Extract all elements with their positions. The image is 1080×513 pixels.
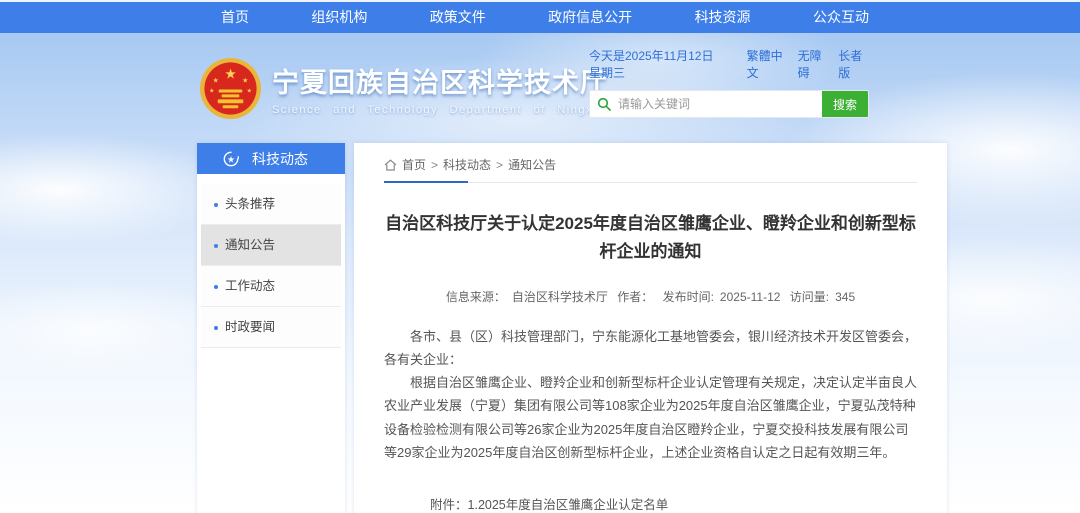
- breadcrumb-home[interactable]: 首页: [402, 156, 426, 173]
- meta-time-value: 2025-11-12: [720, 290, 781, 304]
- search-input[interactable]: [618, 91, 822, 117]
- breadcrumb: 首页 > 科技动态 > 通知公告: [384, 143, 917, 173]
- svg-text:★: ★: [213, 78, 219, 85]
- sidebar: ★ 科技动态 头条推荐 通知公告 工作动态 时政要闻: [197, 143, 345, 513]
- current-date-text: 今天是2025年11月12日 星期三: [589, 47, 729, 81]
- article-title: 自治区科技厅关于认定2025年度自治区雏鹰企业、瞪羚企业和创新型标杆企业的通知: [384, 210, 917, 266]
- article-paragraph: 各市、县（区）科技管理部门，宁东能源化工基地管委会，银川经济技术开发区管委会，各…: [384, 325, 917, 371]
- search-icon: [590, 91, 618, 117]
- sidebar-item-politics-news[interactable]: 时政要闻: [201, 307, 341, 348]
- breadcrumb-section[interactable]: 科技动态: [443, 156, 491, 173]
- meta-views-value: 345: [835, 290, 855, 304]
- link-elderly-version[interactable]: 长者版: [838, 47, 869, 81]
- link-accessibility[interactable]: 无障碍: [798, 47, 829, 81]
- nav-item-gov-info[interactable]: 政府信息公开: [542, 2, 638, 33]
- nav-item-organization[interactable]: 组织机构: [305, 2, 373, 33]
- attachments-label: 附件：: [430, 494, 468, 513]
- national-emblem-logo: ★ ★ ★ ★ ★: [199, 57, 262, 120]
- home-icon: [384, 159, 397, 171]
- sidebar-header: ★ 科技动态: [197, 143, 345, 174]
- sidebar-item-notices[interactable]: 通知公告: [201, 225, 341, 266]
- svg-text:★: ★: [242, 78, 248, 85]
- nav-item-policy[interactable]: 政策文件: [424, 2, 492, 33]
- meta-author-label: 作者：: [617, 290, 653, 304]
- nav-item-home[interactable]: 首页: [215, 2, 255, 33]
- nav-item-resources[interactable]: 科技资源: [689, 2, 757, 33]
- svg-text:★: ★: [209, 87, 214, 94]
- meta-views-label: 访问量:: [790, 290, 829, 304]
- breadcrumb-separator: >: [496, 158, 503, 172]
- sidebar-title: 科技动态: [252, 149, 308, 169]
- article-body: 各市、县（区）科技管理部门，宁东能源化工基地管委会，银川经济技术开发区管委会，各…: [384, 325, 917, 464]
- star-circle-icon: ★: [223, 151, 239, 167]
- breadcrumb-separator: >: [431, 158, 438, 172]
- site-header: ★ ★ ★ ★ ★ 宁夏回族自治区科学技术厅 Science and Techn…: [0, 33, 1080, 136]
- top-nav-bar: 首页 组织机构 政策文件 政府信息公开 科技资源 公众互动: [0, 0, 1080, 33]
- content-panel: 首页 > 科技动态 > 通知公告 自治区科技厅关于认定2025年度自治区雏鹰企业…: [354, 143, 947, 513]
- breadcrumb-divider: [384, 182, 917, 183]
- attachments-block: 附件： 1.2025年度自治区雏鹰企业认定名单 2.2025年度自治区瞪羚企业认…: [430, 494, 917, 513]
- search-button[interactable]: 搜索: [822, 91, 868, 117]
- breadcrumb-current[interactable]: 通知公告: [508, 156, 556, 173]
- site-subtitle-en: Science and Technology Department of Nin…: [272, 104, 608, 116]
- sidebar-item-work-news[interactable]: 工作动态: [201, 266, 341, 307]
- meta-time-label: 发布时间:: [663, 290, 714, 304]
- nav-item-interaction[interactable]: 公众互动: [807, 2, 875, 33]
- meta-source-value: 自治区科学技术厅: [512, 290, 608, 304]
- search-bar: 搜索: [589, 90, 869, 118]
- article-meta: 信息来源： 自治区科学技术厅 作者： 发布时间: 2025-11-12 访问量: 34…: [384, 288, 917, 305]
- article-paragraph: 根据自治区雏鹰企业、瞪羚企业和创新型标杆企业认定管理有关规定，决定认定半亩良人农…: [384, 371, 917, 464]
- svg-text:★: ★: [247, 87, 252, 94]
- svg-text:★: ★: [227, 154, 235, 164]
- svg-text:★: ★: [224, 67, 236, 82]
- meta-source-label: 信息来源：: [446, 290, 506, 304]
- attachment-link-1[interactable]: 1.2025年度自治区雏鹰企业认定名单: [468, 494, 706, 513]
- site-title: 宁夏回族自治区科学技术厅: [272, 61, 608, 100]
- link-traditional-chinese[interactable]: 繁體中文: [747, 47, 788, 81]
- sidebar-item-headlines[interactable]: 头条推荐: [201, 184, 341, 225]
- site-brand: ★ ★ ★ ★ ★ 宁夏回族自治区科学技术厅 Science and Techn…: [199, 57, 608, 120]
